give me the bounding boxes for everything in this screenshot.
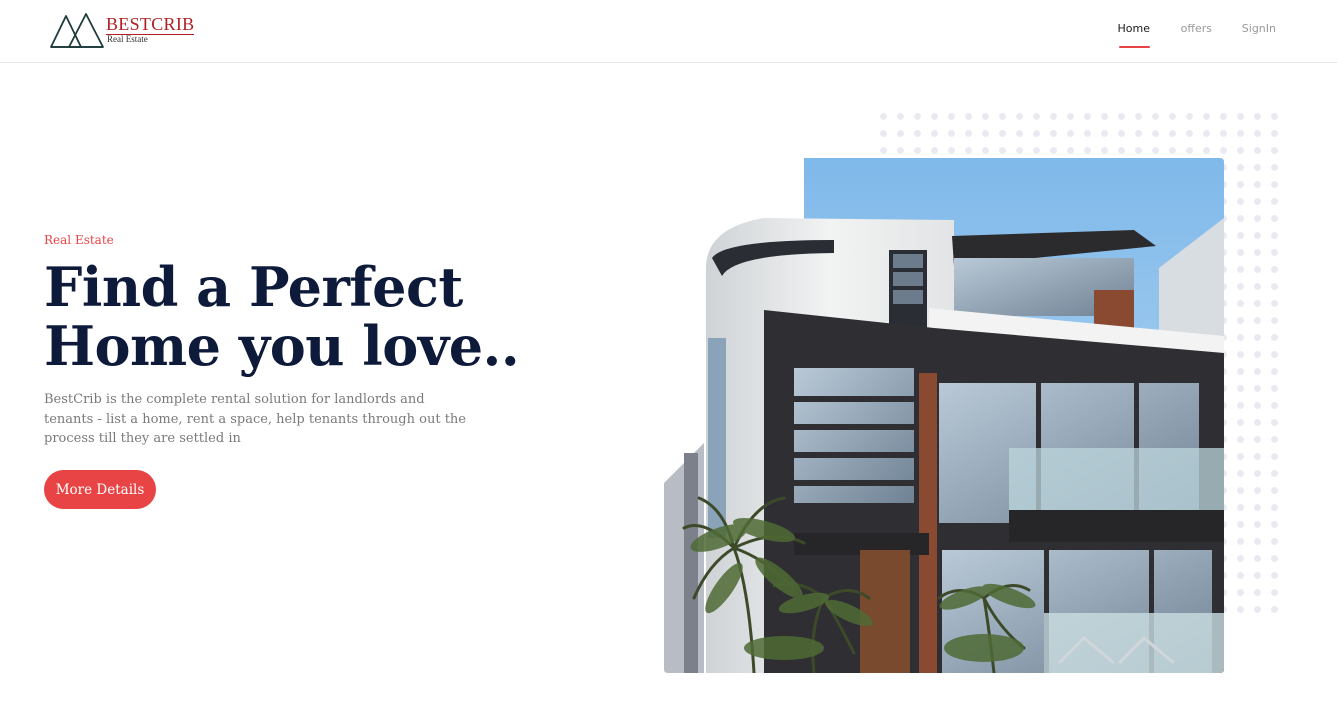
brand-tagline: Real Estate xyxy=(107,34,148,44)
hero-headline-line-2: Home you love.. xyxy=(44,314,520,378)
brand-logo[interactable]: BESTCRIB Real Estate xyxy=(50,12,210,50)
mountain-peaks-icon xyxy=(50,13,104,48)
site-header: BESTCRIB Real Estate Home offers SignIn xyxy=(0,0,1337,63)
house-photo xyxy=(664,158,1224,673)
hero-headline-line-1: Find a Perfect xyxy=(44,255,463,319)
nav-item-offers[interactable]: offers xyxy=(1181,22,1212,35)
nav-item-signin[interactable]: SignIn xyxy=(1242,22,1276,35)
hero-description: BestCrib is the complete rental solution… xyxy=(44,392,466,446)
hero-eyebrow: Real Estate xyxy=(44,233,114,247)
nav-active-indicator xyxy=(1119,46,1150,48)
nav-item-home[interactable]: Home xyxy=(1118,22,1150,35)
hero-headline: Find a Perfect Home you love.. xyxy=(44,258,604,376)
brand-name: BESTCRIB xyxy=(106,14,195,35)
more-details-button[interactable]: More Details xyxy=(44,470,156,509)
